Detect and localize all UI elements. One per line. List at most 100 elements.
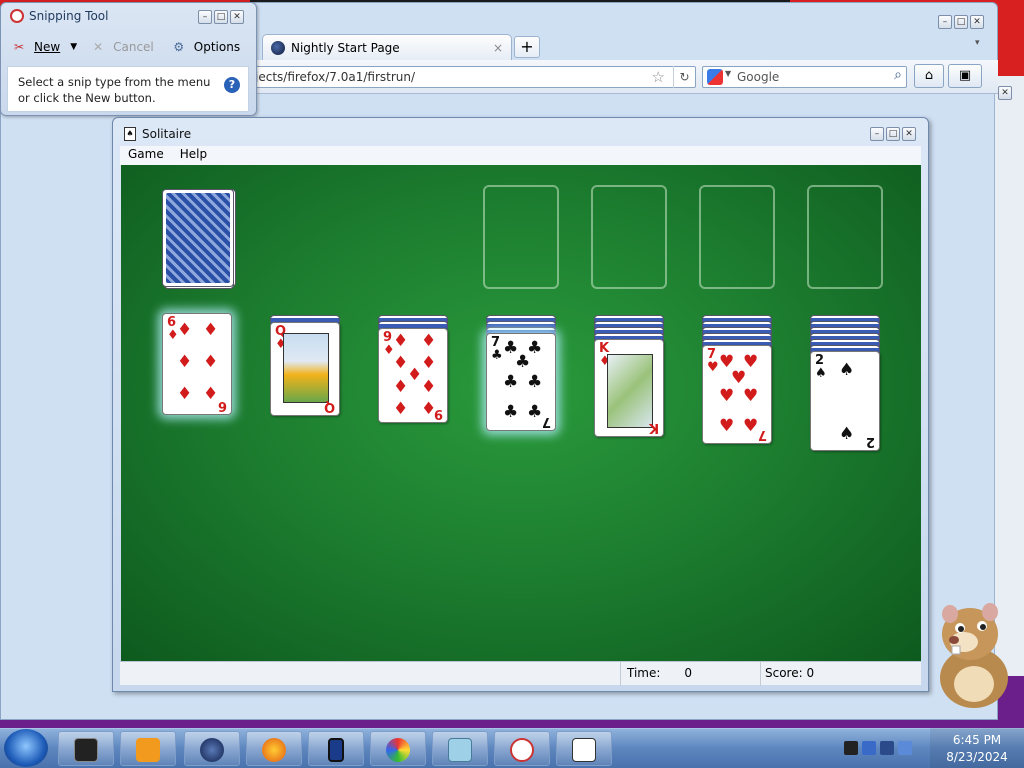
- minimize-button[interactable]: –: [198, 10, 212, 24]
- instruction-line-2: or click the New button.: [18, 91, 156, 105]
- minimize-button[interactable]: –: [938, 15, 952, 29]
- url-text: jects/firefox/7.0a1/firstrun/: [255, 70, 416, 84]
- snipping-tool-title-text: Snipping Tool: [29, 9, 109, 23]
- maximize-button[interactable]: □: [886, 127, 900, 141]
- score-label: Score:: [765, 666, 803, 680]
- card-suit: ♥: [707, 360, 719, 375]
- solitaire-app-icon: ♠: [124, 127, 136, 141]
- card-rank-bottom: K: [648, 420, 659, 435]
- solitaire-status-bar: Time: 0 Score: 0: [120, 661, 921, 686]
- search-engine-dropdown-icon[interactable]: ▼: [725, 69, 731, 78]
- start-button[interactable]: [4, 729, 48, 767]
- solitaire-menu-bar: Game Help: [120, 146, 921, 165]
- card-face-art: [607, 354, 653, 428]
- menu-help[interactable]: Help: [180, 147, 207, 164]
- new-snip-icon[interactable]: ✂: [8, 36, 30, 58]
- nightly-globe-icon: [271, 40, 285, 55]
- foundation-slot-1[interactable]: [483, 185, 559, 289]
- volume-icon[interactable]: [898, 741, 912, 755]
- globe-icon: [200, 738, 224, 762]
- search-placeholder: Google: [737, 70, 780, 84]
- new-tab-button[interactable]: +: [514, 36, 540, 58]
- score-display: Score: 0: [760, 662, 920, 686]
- hamster-mascot-image: [940, 603, 1008, 708]
- foundation-slot-3[interactable]: [699, 185, 775, 289]
- tableau-card-seven-of-clubs[interactable]: 7 ♣ ♣ ♣ ♣ ♣ ♣ ♣ ♣ 7: [486, 333, 556, 431]
- card-suit: ♣: [491, 348, 503, 363]
- card-rank-bottom: 6: [217, 398, 227, 413]
- card-rank-bottom: 7: [541, 414, 551, 429]
- system-tray: [840, 728, 930, 768]
- phone-icon: [328, 738, 344, 762]
- help-icon[interactable]: ?: [224, 77, 240, 93]
- time-display: Time: 0: [620, 662, 760, 686]
- snipping-tool-toolbar: ✂ New ▼ ✕ Cancel ⚙ Options: [8, 30, 250, 64]
- solitaire-icon: [572, 738, 596, 762]
- maximize-button[interactable]: □: [214, 10, 228, 24]
- clock-time: 6:45 PM: [952, 733, 1002, 747]
- foundation-slot-4[interactable]: [807, 185, 883, 289]
- tab-list-chevron-icon[interactable]: ▾: [975, 38, 980, 48]
- solitaire-window-controls: – □ ✕: [870, 127, 916, 141]
- maximize-button[interactable]: □: [954, 15, 968, 29]
- firefox-side-panel: [994, 76, 1024, 676]
- clock-date: 8/23/2024: [946, 750, 1008, 764]
- score-value: 0: [806, 666, 815, 680]
- close-button[interactable]: ✕: [998, 86, 1012, 100]
- taskbar-paint-button[interactable]: [370, 731, 426, 766]
- card-back[interactable]: [162, 189, 234, 287]
- snipping-tool-icon: [510, 738, 534, 762]
- terminal-icon: [74, 738, 98, 762]
- time-value: 0: [684, 666, 693, 680]
- taskbar-firefox-button[interactable]: [246, 731, 302, 766]
- minimize-button[interactable]: –: [870, 127, 884, 141]
- foundation-slot-2[interactable]: [591, 185, 667, 289]
- menu-game[interactable]: Game: [128, 147, 164, 164]
- tableau-card-queen-of-diamonds[interactable]: Q ♦ Q: [270, 322, 340, 416]
- url-bar[interactable]: jects/firefox/7.0a1/firstrun/ ☆ ↻: [240, 66, 696, 88]
- firefox-icon: [262, 738, 286, 762]
- search-icon[interactable]: ⌕: [894, 67, 902, 83]
- taskbar-globe-button[interactable]: [184, 731, 240, 766]
- taskbar-terminal-button[interactable]: [58, 731, 114, 766]
- home-button[interactable]: ⌂: [914, 64, 944, 88]
- cancel-icon: ✕: [93, 40, 104, 54]
- tab-close-icon[interactable]: ×: [493, 41, 503, 55]
- network-icon[interactable]: [880, 741, 894, 755]
- tray-app-icon[interactable]: [862, 741, 876, 755]
- options-button[interactable]: Options: [194, 40, 240, 54]
- firefox-window-controls: – □ ✕: [938, 15, 984, 29]
- tableau-card-nine-of-diamonds[interactable]: 9 ♦ ♦ ♦ ♦ ♦ ♦ ♦ ♦ ♦ ♦ 9: [378, 328, 448, 423]
- tab-nightly-start-page[interactable]: Nightly Start Page ×: [262, 34, 512, 60]
- card-rank-bottom: Q: [323, 399, 335, 414]
- tableau-card-king-of-diamonds[interactable]: K ♦ K: [594, 339, 664, 437]
- new-button[interactable]: New: [34, 40, 60, 54]
- solitaire-title-text: Solitaire: [142, 127, 192, 141]
- close-button[interactable]: ✕: [970, 15, 984, 29]
- solitaire-title: ♠ Solitaire: [124, 127, 191, 141]
- taskbar-notepad-button[interactable]: [432, 731, 488, 766]
- snipping-tool-window-controls: – □ ✕: [198, 10, 244, 24]
- paint-icon: [386, 738, 410, 762]
- reload-icon[interactable]: ↻: [673, 66, 695, 88]
- taskbar-media-player-button[interactable]: [120, 731, 176, 766]
- bookmark-star-icon[interactable]: ☆: [652, 68, 665, 86]
- search-box[interactable]: ▼ Google ⌕: [702, 66, 907, 88]
- card-rank-bottom: 9: [433, 406, 443, 421]
- new-dropdown-icon[interactable]: ▼: [70, 42, 77, 52]
- taskbar-snipping-tool-button[interactable]: [494, 731, 550, 766]
- media-player-icon: [136, 738, 160, 762]
- close-button[interactable]: ✕: [230, 10, 244, 24]
- taskbar-solitaire-button[interactable]: [556, 731, 612, 766]
- tray-arrow-icon[interactable]: [844, 741, 858, 755]
- tableau-card-six-of-diamonds[interactable]: 6 ♦ ♦ ♦ ♦ ♦ ♦ ♦ 6: [162, 313, 232, 415]
- taskbar-phone-button[interactable]: [308, 731, 364, 766]
- options-gear-icon[interactable]: ⚙: [168, 36, 190, 58]
- taskbar-clock[interactable]: 6:45 PM 8/23/2024: [930, 728, 1024, 768]
- bookmarks-button[interactable]: ▣: [948, 64, 982, 88]
- scissors-icon: [10, 9, 24, 23]
- google-icon[interactable]: [707, 69, 723, 85]
- close-button[interactable]: ✕: [902, 127, 916, 141]
- tableau-card-two-of-spades[interactable]: 2 ♠ ♠ ♠ 2: [810, 351, 880, 451]
- tableau-card-seven-of-hearts[interactable]: 7 ♥ ♥ ♥ ♥ ♥ ♥ ♥ ♥ 7: [702, 345, 772, 444]
